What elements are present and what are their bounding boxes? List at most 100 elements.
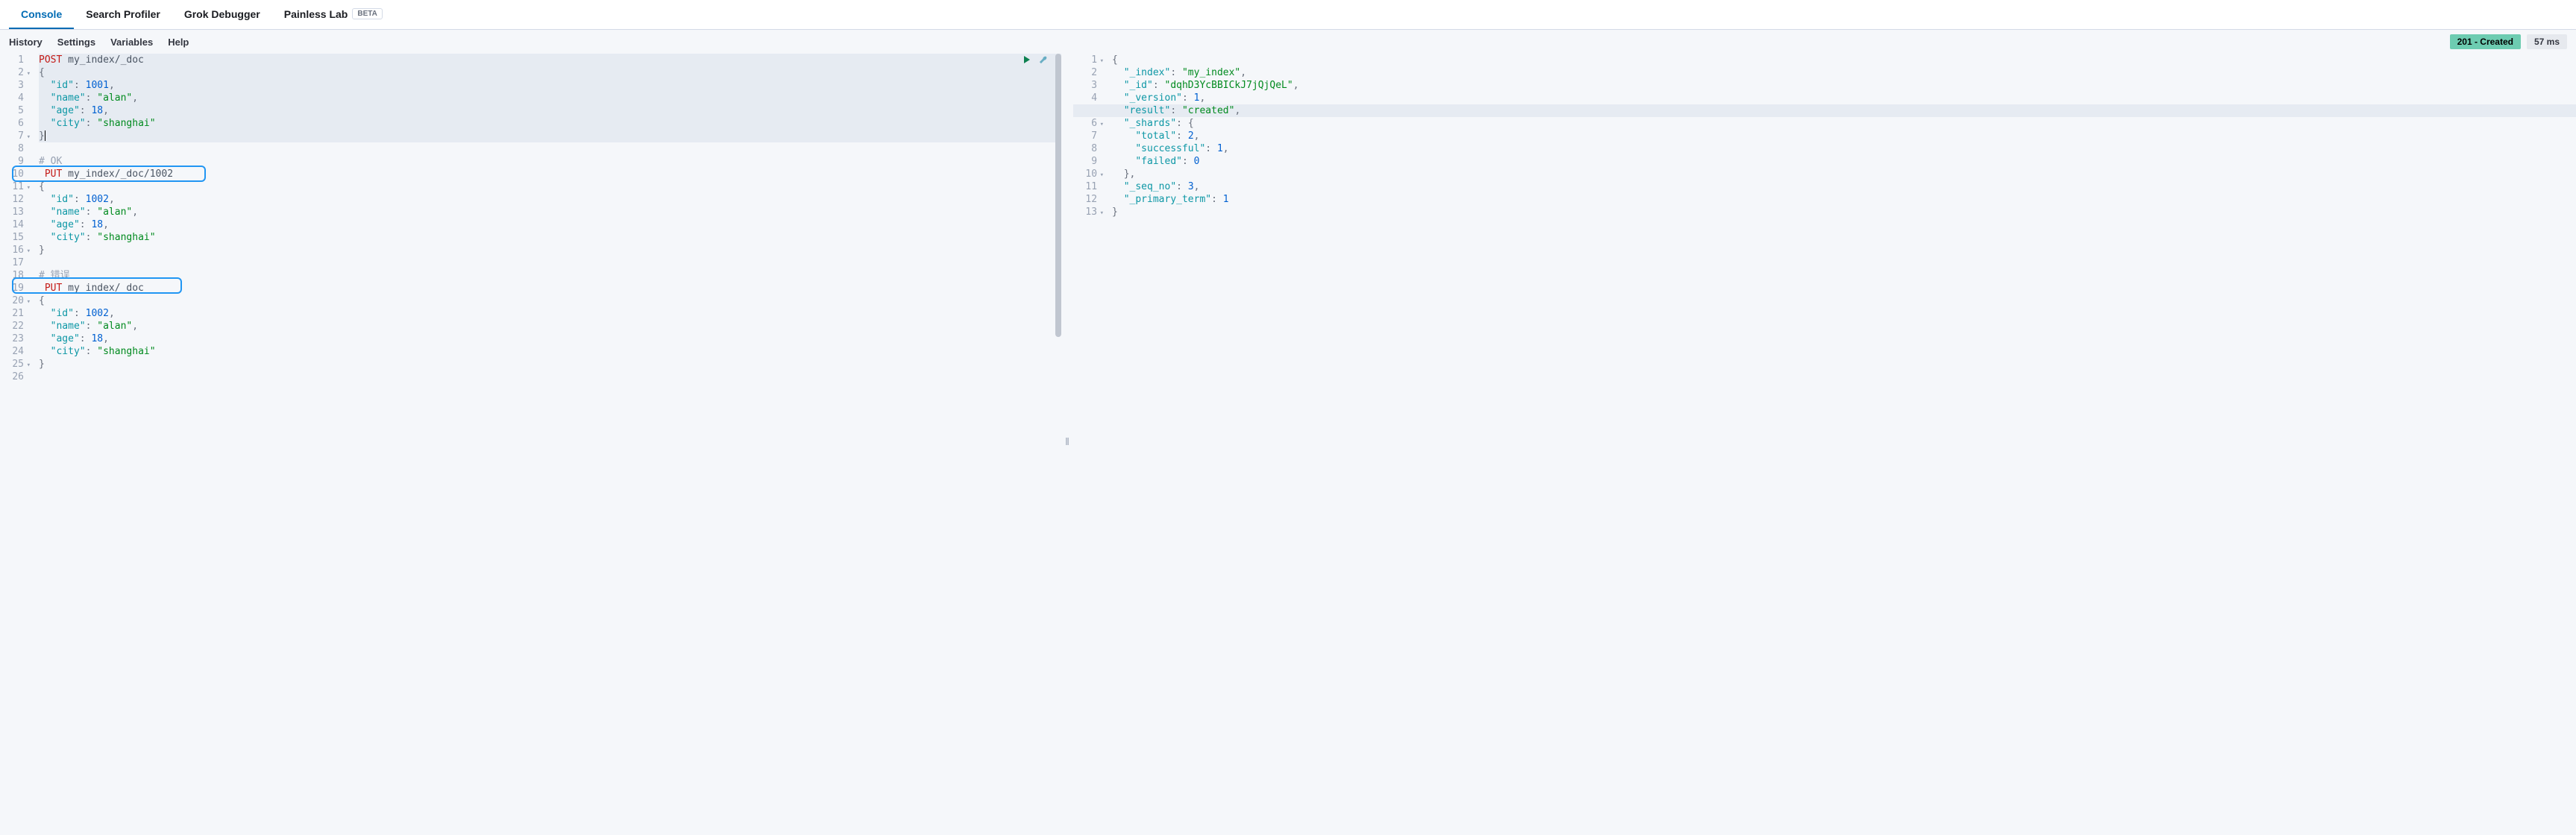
line-number: 2▾ [0, 66, 30, 79]
code-line[interactable]: PUT my_index/_doc/1002 [39, 168, 1061, 180]
line-number: 9 [0, 155, 30, 168]
line-number: 6 [0, 117, 30, 130]
code-line[interactable]: "name": "alan", [39, 320, 1061, 333]
tab-painless-lab[interactable]: Painless Lab BETA [272, 1, 395, 29]
code-line[interactable]: # 错误 [39, 269, 1061, 282]
line-number: 10▾ [1073, 168, 1103, 180]
code-line[interactable] [39, 371, 1061, 383]
line-number: 12 [1073, 193, 1103, 206]
line-number: 25▾ [0, 358, 30, 371]
code-line[interactable]: } [1112, 206, 2576, 218]
code-line[interactable] [39, 142, 1061, 155]
line-number: 13 [0, 206, 30, 218]
time-badge: 57 ms [2527, 34, 2567, 49]
tabs-bar: Console Search Profiler Grok Debugger Pa… [0, 0, 2576, 30]
line-number: 3 [0, 79, 30, 92]
beta-badge: BETA [352, 8, 382, 19]
code-line[interactable]: "_shards": { [1112, 117, 2576, 130]
request-editor[interactable]: 12▾34567▾891011▾1213141516▾17181920▾2122… [0, 54, 1061, 383]
line-number: 22 [0, 320, 30, 333]
line-number: 7 [1073, 130, 1103, 142]
tab-console[interactable]: Console [9, 1, 74, 29]
code-line[interactable]: "_id": "dqhD3YcBBICkJ7jQjQeL", [1112, 79, 2576, 92]
scrollbar[interactable] [1054, 54, 1061, 829]
line-number: 16▾ [0, 244, 30, 256]
code-line[interactable]: POST my_index/_doc [39, 54, 1061, 66]
code-line[interactable]: { [39, 66, 1061, 79]
code-line[interactable]: "_index": "my_index", [1112, 66, 2576, 79]
code-line[interactable]: { [39, 294, 1061, 307]
status-badge: 201 - Created [2450, 34, 2521, 49]
line-number: 1▾ [1073, 54, 1103, 66]
code-line[interactable]: "_version": 1, [1112, 92, 2576, 104]
line-number: 18 [0, 269, 30, 282]
code-line[interactable]: "name": "alan", [39, 92, 1061, 104]
code-line[interactable]: } [39, 130, 1061, 142]
code-line[interactable]: PUT my_index/_doc [39, 282, 1061, 294]
send-request-icon[interactable] [1021, 54, 1033, 66]
tab-label: Grok Debugger [184, 8, 260, 20]
tab-search-profiler[interactable]: Search Profiler [74, 1, 172, 29]
code-line[interactable]: "id": 1002, [39, 307, 1061, 320]
line-number: 24 [0, 345, 30, 358]
code-line[interactable]: "_seq_no": 3, [1112, 180, 2576, 193]
line-number: 6▾ [1073, 117, 1103, 130]
code-line[interactable]: "age": 18, [39, 218, 1061, 231]
subbar-settings[interactable]: Settings [57, 37, 95, 48]
subbar-variables[interactable]: Variables [110, 37, 153, 48]
line-number: 4 [1073, 92, 1103, 104]
line-number: 11▾ [0, 180, 30, 193]
line-number: 7▾ [0, 130, 30, 142]
code-line[interactable]: "result": "created", [1073, 104, 2576, 117]
response-editor-pane: 1▾23456▾78910▾111213▾ { "_index": "my_in… [1073, 54, 2576, 829]
subbar-left: History Settings Variables Help [9, 37, 189, 48]
line-number: 20▾ [0, 294, 30, 307]
subbar: History Settings Variables Help 201 - Cr… [0, 30, 2576, 54]
line-number: 23 [0, 333, 30, 345]
editor-container: 12▾34567▾891011▾1213141516▾17181920▾2122… [0, 54, 2576, 829]
line-number: 13▾ [1073, 206, 1103, 218]
subbar-right: 201 - Created 57 ms [2450, 34, 2567, 49]
line-number: 19 [0, 282, 30, 294]
code-line[interactable]: "city": "shanghai" [39, 117, 1061, 130]
line-number: 11 [1073, 180, 1103, 193]
line-number: 9 [1073, 155, 1103, 168]
code-line[interactable]: "name": "alan", [39, 206, 1061, 218]
line-number: 3 [1073, 79, 1103, 92]
code-line[interactable]: "city": "shanghai" [39, 231, 1061, 244]
wrench-icon[interactable] [1037, 54, 1049, 66]
line-number: 8 [0, 142, 30, 155]
tab-label: Painless Lab [284, 8, 348, 20]
line-number: 14 [0, 218, 30, 231]
request-actions [1021, 54, 1049, 66]
tab-label: Console [21, 8, 62, 20]
line-number: 12 [0, 193, 30, 206]
code-line[interactable]: "city": "shanghai" [39, 345, 1061, 358]
code-line[interactable]: "total": 2, [1112, 130, 2576, 142]
code-line[interactable]: "failed": 0 [1112, 155, 2576, 168]
code-line[interactable]: "successful": 1, [1112, 142, 2576, 155]
code-line[interactable]: "id": 1001, [39, 79, 1061, 92]
line-number: 15 [0, 231, 30, 244]
subbar-help[interactable]: Help [168, 37, 189, 48]
line-number: 8 [1073, 142, 1103, 155]
code-line[interactable]: { [1112, 54, 2576, 66]
tab-grok-debugger[interactable]: Grok Debugger [172, 1, 272, 29]
code-line[interactable]: # OK [39, 155, 1061, 168]
line-number: 2 [1073, 66, 1103, 79]
code-line[interactable]: } [39, 244, 1061, 256]
code-line[interactable]: "age": 18, [39, 333, 1061, 345]
line-number: 26 [0, 371, 30, 383]
response-editor[interactable]: 1▾23456▾78910▾111213▾ { "_index": "my_in… [1073, 54, 2576, 218]
subbar-history[interactable]: History [9, 37, 43, 48]
code-line[interactable] [39, 256, 1061, 269]
fold-icon[interactable]: ▾ [1100, 207, 1104, 220]
code-line[interactable]: "id": 1002, [39, 193, 1061, 206]
code-line[interactable]: { [39, 180, 1061, 193]
code-line[interactable]: "_primary_term": 1 [1112, 193, 2576, 206]
code-line[interactable]: }, [1112, 168, 2576, 180]
code-line[interactable]: } [39, 358, 1061, 371]
splitter[interactable]: ‖ [1061, 54, 1073, 829]
line-number: 4 [0, 92, 30, 104]
code-line[interactable]: "age": 18, [39, 104, 1061, 117]
